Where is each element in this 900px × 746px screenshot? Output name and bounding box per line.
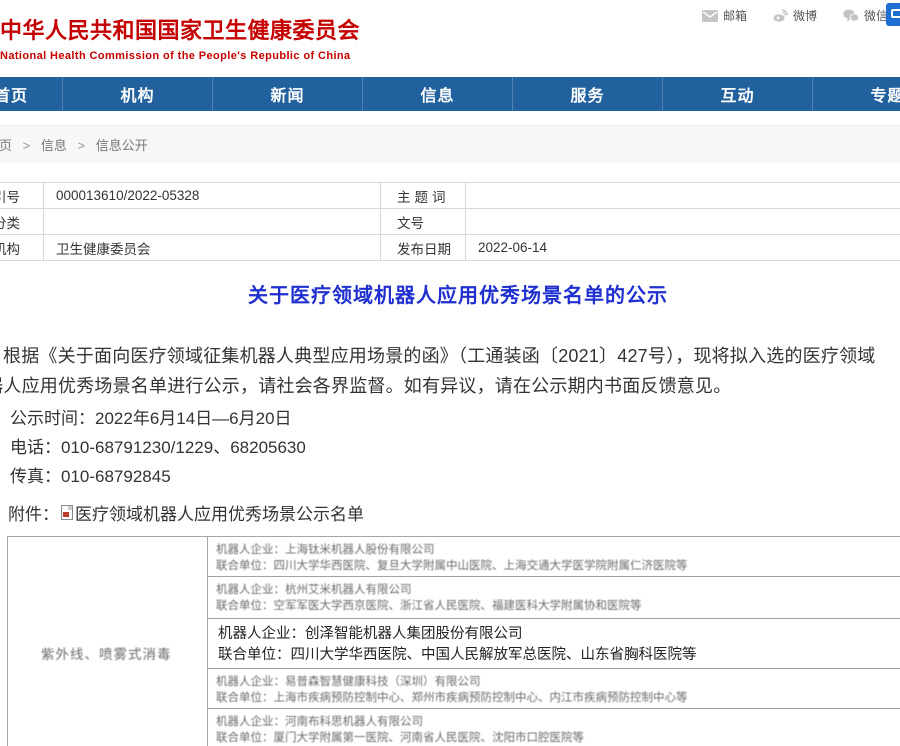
company-line: 机器人企业：河南布科思机器人有限公司 bbox=[216, 714, 900, 730]
scene-rows: 机器人企业：上海钛米机器人股份有限公司 联合单位：四川大学华西医院、复旦大学附属… bbox=[208, 537, 900, 746]
meta-label-docnum: 文号 bbox=[381, 209, 466, 235]
breadcrumb-info[interactable]: 信息 bbox=[41, 138, 67, 153]
company-line: 机器人企业：杭州艾米机器人有限公司 bbox=[216, 582, 900, 598]
partners-line: 联合单位：空军军医大学西京医院、浙江省人民医院、福建医科大学附属协和医院等 bbox=[216, 598, 900, 614]
company-line: 机器人企业：易普森智慧健康科技（深圳）有限公司 bbox=[216, 674, 900, 690]
meta-table: 索引号 000013610/2022-05328 主题词 分类 文号 发布机构 … bbox=[0, 182, 900, 261]
nav-item-news[interactable]: 新闻 bbox=[213, 77, 363, 111]
meta-value-pubdate: 2022-06-14 bbox=[466, 235, 900, 261]
wechat-label: 微信 bbox=[864, 7, 888, 24]
nav-item-special[interactable]: 专题 bbox=[813, 77, 900, 111]
fax-line: 传真：010-68792845 bbox=[10, 462, 900, 491]
table-row: 机器人企业：创泽智能机器人集团股份有限公司 联合单位：四川大学华西医院、中国人民… bbox=[208, 619, 900, 669]
page: 中华人民共和国国家卫生健康委员会 National Health Commiss… bbox=[0, 0, 900, 746]
document-attachment-icon bbox=[61, 505, 73, 520]
contact-block: 公示时间：2022年6月14日—6月20日 电话：010-68791230/12… bbox=[10, 404, 900, 491]
corner-blue-button[interactable] bbox=[886, 3, 900, 26]
mail-icon bbox=[702, 10, 718, 22]
meta-row: 分类 文号 bbox=[0, 209, 900, 235]
scene-category-cell: 紫外线、喷雾式消毒 bbox=[8, 537, 208, 746]
partners-line: 联合单位：四川大学华西医院、复旦大学附属中山医院、上海交通大学医学院附属仁济医院… bbox=[216, 558, 900, 574]
nav-item-interact[interactable]: 互动 bbox=[663, 77, 813, 111]
meta-table-wrap: 索引号 000013610/2022-05328 主题词 分类 文号 发布机构 … bbox=[0, 182, 900, 261]
weibo-label: 微博 bbox=[793, 7, 817, 24]
partners-line: 联合单位：厦门大学附属第一医院、河南省人民医院、沈阳市口腔医院等 bbox=[216, 730, 900, 746]
meta-value-docnum bbox=[466, 209, 900, 235]
breadcrumb-separator: > bbox=[23, 138, 31, 153]
mail-link[interactable]: 邮箱 bbox=[702, 7, 747, 24]
table-row: 机器人企业：河南布科思机器人有限公司 联合单位：厦门大学附属第一医院、河南省人民… bbox=[208, 709, 900, 746]
table-row: 机器人企业：上海钛米机器人股份有限公司 联合单位：四川大学华西医院、复旦大学附属… bbox=[208, 537, 900, 577]
nav-item-service[interactable]: 服务 bbox=[513, 77, 663, 111]
meta-value-agency: 卫生健康委员会 bbox=[44, 235, 381, 261]
main-nav: 首页 机构 新闻 信息 服务 互动 专题 bbox=[0, 77, 900, 111]
meta-label-pubdate: 发布日期 bbox=[381, 235, 466, 261]
meta-row: 发布机构 卫生健康委员会 发布日期 2022-06-14 bbox=[0, 235, 900, 261]
scene-category-label: 紫外线、喷雾式消毒 bbox=[41, 643, 172, 663]
attachment-link[interactable]: 医疗领域机器人应用优秀场景公示名单 bbox=[75, 500, 364, 525]
table-row: 机器人企业：杭州艾米机器人有限公司 联合单位：空军军医大学西京医院、浙江省人民医… bbox=[208, 577, 900, 619]
article-paragraph: 根据《关于面向医疗领域征集机器人典型应用场景的函》（工通装函〔2021〕427号… bbox=[0, 341, 887, 401]
company-line: 机器人企业：上海钛米机器人股份有限公司 bbox=[216, 542, 900, 558]
attachment-label: 附件： bbox=[8, 500, 59, 525]
meta-label-index: 索引号 bbox=[0, 183, 44, 209]
attachment-line: 附件： 医疗领域机器人应用优秀场景公示名单 bbox=[8, 500, 900, 525]
company-line: 机器人企业：创泽智能机器人集团股份有限公司 bbox=[218, 624, 900, 645]
site-logo: 中华人民共和国国家卫生健康委员会 National Health Commiss… bbox=[0, 13, 360, 62]
scene-table: 紫外线、喷雾式消毒 机器人企业：上海钛米机器人股份有限公司 联合单位：四川大学华… bbox=[7, 536, 900, 746]
meta-label-category: 分类 bbox=[0, 209, 44, 235]
nav-item-info[interactable]: 信息 bbox=[363, 77, 513, 111]
meta-row: 索引号 000013610/2022-05328 主题词 bbox=[0, 183, 900, 209]
mail-label: 邮箱 bbox=[723, 7, 747, 24]
breadcrumb-info-open[interactable]: 信息公开 bbox=[96, 138, 148, 153]
phone-line: 电话：010-68791230/1229、68205630 bbox=[10, 433, 900, 462]
site-header: 中华人民共和国国家卫生健康委员会 National Health Commiss… bbox=[0, 0, 900, 77]
weibo-icon bbox=[773, 9, 788, 22]
screen-icon bbox=[891, 9, 900, 18]
weibo-link[interactable]: 微博 bbox=[773, 7, 817, 24]
breadcrumb-separator: > bbox=[78, 138, 86, 153]
notice-period-line: 公示时间：2022年6月14日—6月20日 bbox=[10, 404, 900, 433]
table-row: 机器人企业：易普森智慧健康科技（深圳）有限公司 联合单位：上海市疾病预防控制中心… bbox=[208, 669, 900, 709]
site-title: 中华人民共和国国家卫生健康委员会 bbox=[0, 13, 360, 45]
wechat-icon bbox=[843, 9, 859, 22]
breadcrumb: 首页 > 信息 > 信息公开 bbox=[0, 135, 148, 154]
nav-item-agency[interactable]: 机构 bbox=[63, 77, 213, 111]
meta-value-subject bbox=[466, 183, 900, 209]
partners-line: 联合单位：上海市疾病预防控制中心、郑州市疾病预防控制中心、内江市疾病预防控制中心… bbox=[216, 690, 900, 706]
header-quick-links: 邮箱 微博 微信 bbox=[702, 7, 888, 24]
meta-label-subject: 主题词 bbox=[381, 183, 466, 209]
breadcrumb-home[interactable]: 首页 bbox=[0, 138, 12, 153]
meta-value-index: 000013610/2022-05328 bbox=[44, 183, 381, 209]
nav-item-home[interactable]: 首页 bbox=[0, 77, 63, 111]
breadcrumb-bar: 首页 > 信息 > 信息公开 bbox=[0, 125, 900, 163]
site-subtitle: National Health Commission of the People… bbox=[0, 50, 360, 62]
partners-line: 联合单位：四川大学华西医院、中国人民解放军总医院、山东省胸科医院等 bbox=[218, 645, 900, 666]
wechat-link[interactable]: 微信 bbox=[843, 7, 888, 24]
meta-value-category bbox=[44, 209, 381, 235]
meta-label-agency: 发布机构 bbox=[0, 235, 44, 261]
page-title: 关于医疗领域机器人应用优秀场景名单的公示 bbox=[0, 279, 900, 308]
